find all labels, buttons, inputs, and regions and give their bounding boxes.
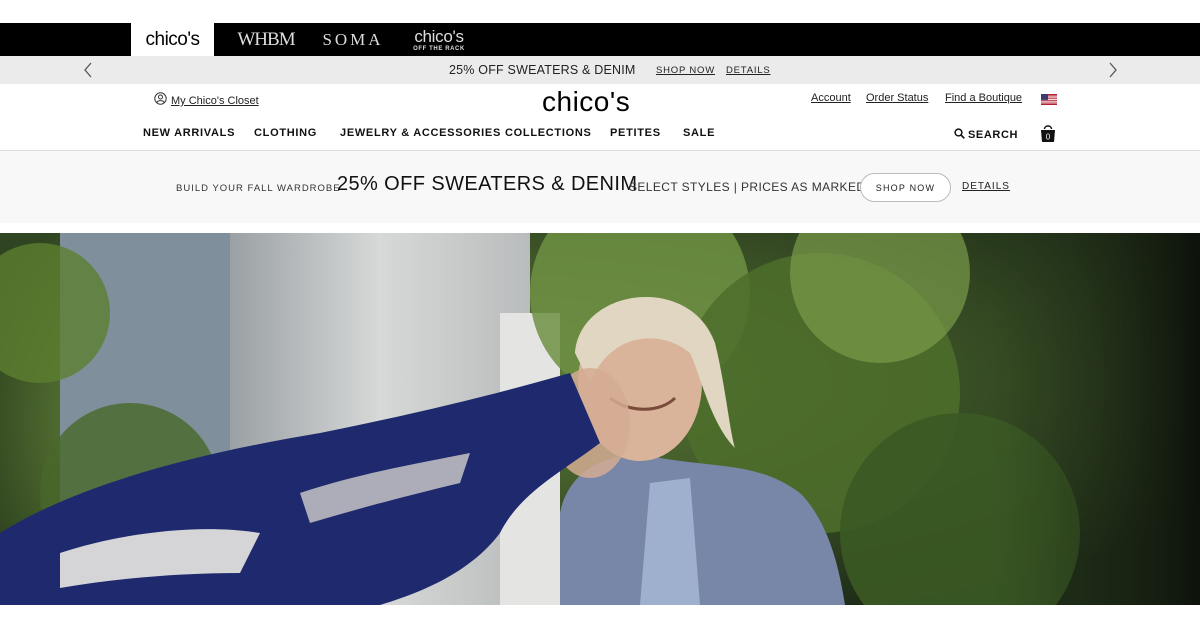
search-button[interactable]: SEARCH [954,126,1018,144]
find-a-boutique-link[interactable]: Find a Boutique [945,92,1022,104]
promo-strip-shop-now-link[interactable]: SHOP NOW [656,65,715,76]
brand-logo-whbm: WHBM [237,28,295,50]
user-icon [154,92,167,110]
brand-logo-off-the-rack: chico's [414,26,464,46]
brand-logo-off-the-rack-subtitle: OFF THE RACK [413,45,465,52]
nav-jewelry-accessories[interactable]: JEWELRY & ACCESSORIES [340,127,501,139]
site-logo[interactable]: chico's [542,86,630,118]
nav-clothing[interactable]: CLOTHING [254,127,317,139]
nav-sale[interactable]: SALE [683,127,715,139]
banner-pretitle: BUILD YOUR FALL WARDROBE [176,183,341,194]
brand-logo-soma: SOMA [322,29,384,49]
us-flag-icon[interactable] [1041,92,1057,105]
brand-tab-chicos[interactable]: chico's [131,23,214,56]
promo-strip: 25% OFF SWEATERS & DENIM SHOP NOW DETAIL… [0,56,1200,84]
search-icon [954,126,965,144]
my-closet-label: My Chico's Closet [171,95,259,107]
promo-banner: BUILD YOUR FALL WARDROBE 25% OFF SWEATER… [0,151,1200,223]
brand-bar: chico's WHBM SOMA chico's OFF THE RACK [0,23,1200,56]
chevron-right-icon[interactable] [1104,60,1122,80]
promo-strip-details-link[interactable]: DETAILS [726,65,771,76]
nav-collections[interactable]: COLLECTIONS [505,127,592,139]
nav-petites[interactable]: PETITES [610,127,661,139]
account-link[interactable]: Account [811,92,851,104]
banner-shop-now-button[interactable]: SHOP NOW [860,173,951,202]
hero-image[interactable] [0,233,1200,605]
nav-new-arrivals[interactable]: NEW ARRIVALS [143,127,235,139]
search-label: SEARCH [968,129,1019,141]
banner-details-link[interactable]: DETAILS [962,181,1010,192]
promo-strip-text: 25% OFF SWEATERS & DENIM [449,63,636,77]
chevron-left-icon[interactable] [79,60,97,80]
brand-tab-soma[interactable]: SOMA [313,23,393,56]
brand-tab-whbm[interactable]: WHBM [228,23,304,56]
bag-count: 0 [1046,133,1051,142]
banner-headline: 25% OFF SWEATERS & DENIM [337,173,638,195]
order-status-link[interactable]: Order Status [866,92,928,104]
banner-subtitle: SELECT STYLES | PRICES AS MARKED [629,180,866,194]
my-closet-link[interactable]: My Chico's Closet [154,92,259,110]
brand-logo-chicos: chico's [145,28,200,50]
shopping-bag-button[interactable]: 0 [1039,123,1057,143]
shopping-bag-icon: 0 [1041,125,1055,142]
brand-tab-off-the-rack[interactable]: chico's OFF THE RACK [400,23,478,56]
